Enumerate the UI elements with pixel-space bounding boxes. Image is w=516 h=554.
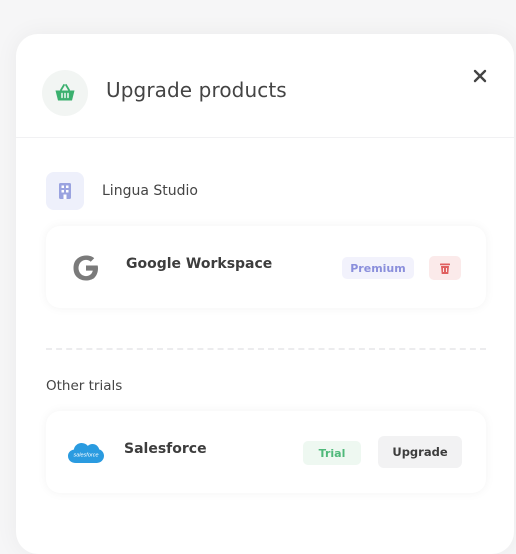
delete-button[interactable]	[429, 256, 461, 280]
google-logo-icon	[66, 248, 106, 288]
salesforce-logo-icon: salesforce	[66, 433, 106, 473]
upgrade-products-modal: Upgrade products Lingua Studio Google Wo…	[16, 34, 514, 554]
trial-badge: Trial	[303, 441, 361, 465]
other-trials-heading: Other trials	[46, 378, 123, 394]
section-divider	[46, 348, 486, 350]
trial-card-salesforce: salesforce Salesforce Trial Upgrade	[46, 411, 486, 493]
upgrade-button[interactable]: Upgrade	[378, 436, 462, 468]
product-card-google-workspace: Google Workspace Premium	[46, 226, 486, 308]
basket-icon	[42, 70, 88, 116]
close-button[interactable]	[468, 64, 492, 88]
product-name: Google Workspace	[126, 256, 273, 272]
modal-header: Upgrade products	[16, 34, 514, 138]
organization-row: Lingua Studio	[46, 172, 198, 210]
close-icon	[473, 69, 487, 83]
premium-badge: Premium	[342, 257, 414, 279]
page-title: Upgrade products	[106, 78, 287, 102]
organization-name: Lingua Studio	[102, 183, 198, 199]
trash-icon	[440, 263, 450, 274]
salesforce-wordmark: salesforce	[73, 453, 98, 459]
building-icon	[46, 172, 84, 210]
trial-product-name: Salesforce	[124, 441, 207, 457]
